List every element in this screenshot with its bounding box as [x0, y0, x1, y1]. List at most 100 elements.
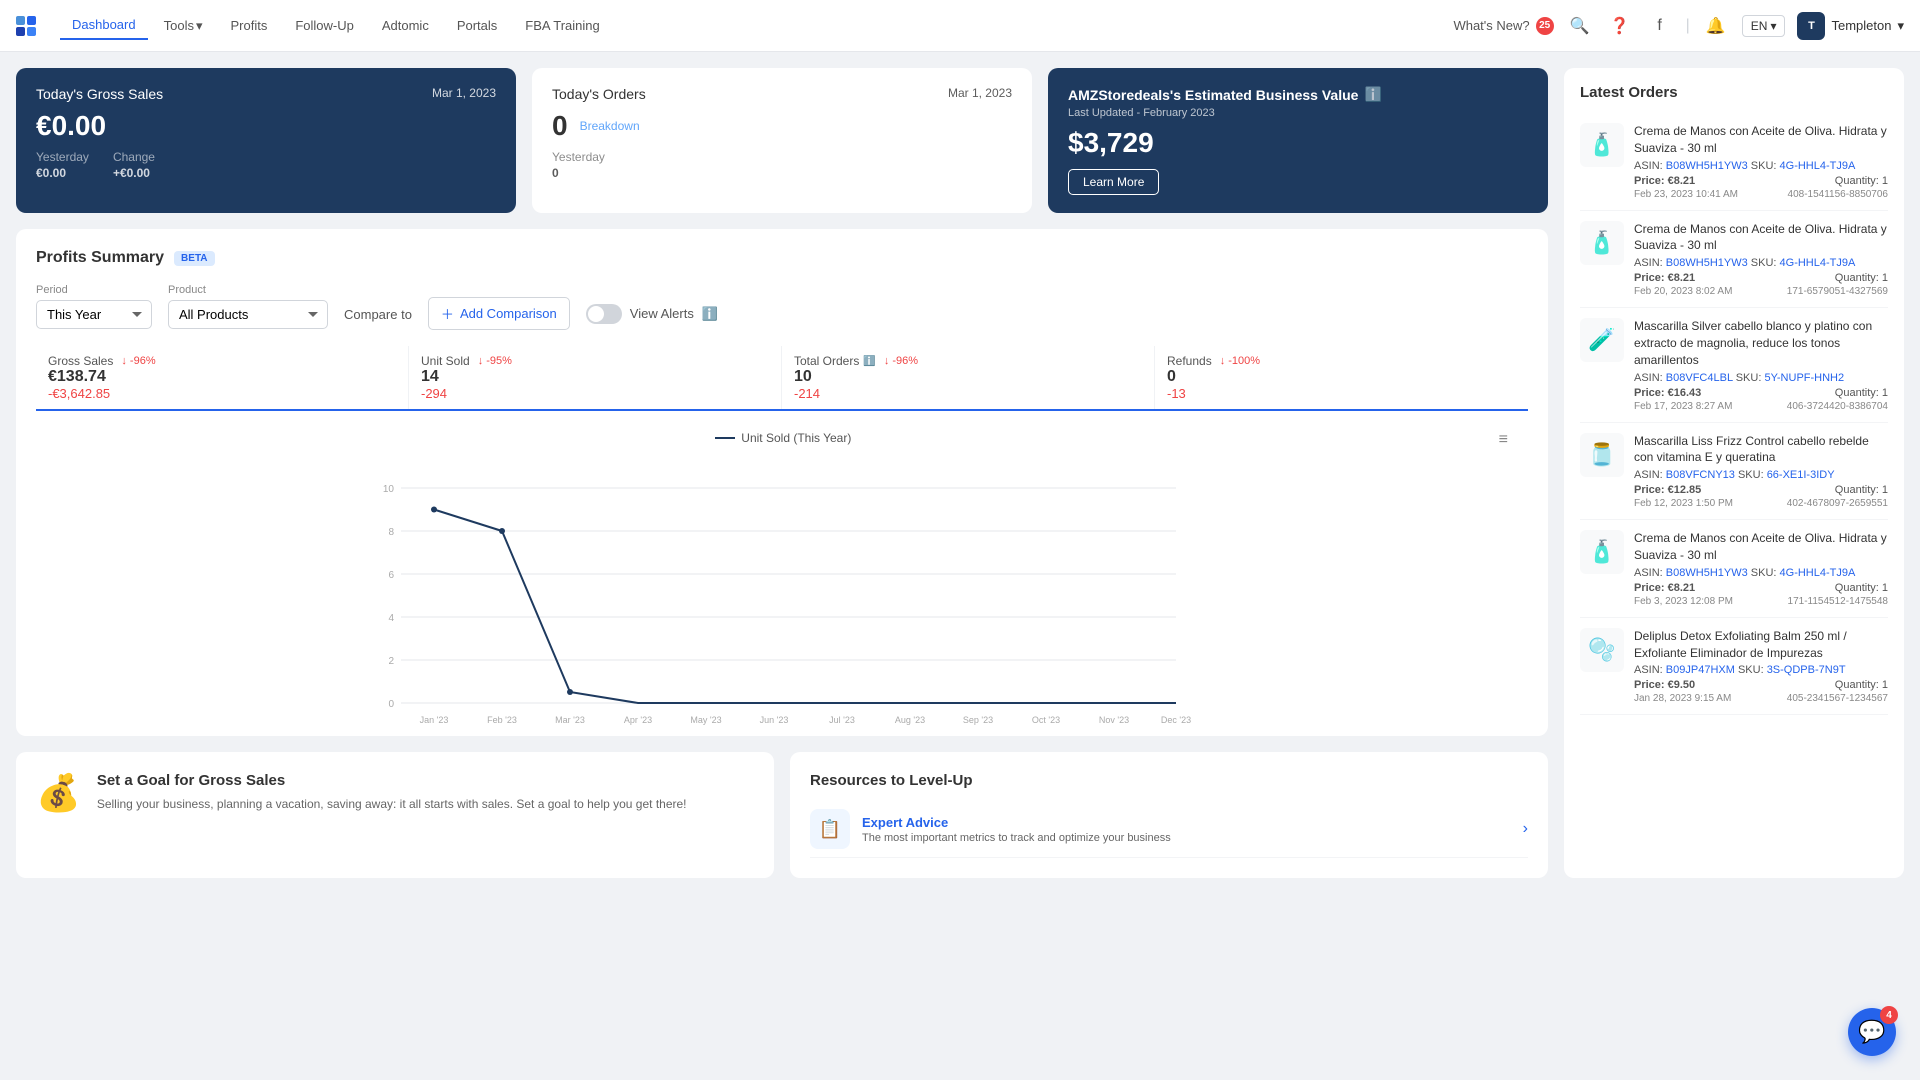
language-selector[interactable]: EN ▾ [1742, 15, 1786, 37]
chart-menu-icon[interactable]: ≡ [1499, 431, 1508, 449]
total-orders-main: 10 [794, 368, 1142, 386]
compare-to-label: Compare to [344, 291, 412, 322]
logo-grid [16, 16, 36, 36]
order-qty: Quantity: 1 [1835, 387, 1888, 399]
left-column: Today's Gross Sales Mar 1, 2023 €0.00 Ye… [16, 68, 1548, 878]
svg-text:10: 10 [383, 484, 395, 495]
period-select[interactable]: This Year Last Year Last 30 Days Last 7 … [36, 300, 152, 329]
svg-text:Jan '23: Jan '23 [420, 715, 449, 725]
order-name: Crema de Manos con Aceite de Oliva. Hidr… [1634, 221, 1888, 255]
svg-text:Nov '23: Nov '23 [1099, 715, 1129, 725]
gross-sales-card: Today's Gross Sales Mar 1, 2023 €0.00 Ye… [16, 68, 516, 213]
sku-link[interactable]: 4G-HHL4-TJ9A [1780, 160, 1856, 172]
search-icon[interactable]: 🔍 [1566, 12, 1594, 40]
order-price: Price: €12.85 [1634, 484, 1701, 496]
order-item: 🧴 Crema de Manos con Aceite de Oliva. Hi… [1580, 113, 1888, 211]
line-chart: 0 2 4 6 8 10 Jan '23 Feb '23 M [36, 453, 1516, 713]
resources-card: Resources to Level-Up 📋 Expert Advice Th… [790, 752, 1548, 878]
ps-controls: Period This Year Last Year Last 30 Days … [36, 283, 1528, 330]
top-cards-row: Today's Gross Sales Mar 1, 2023 €0.00 Ye… [16, 68, 1548, 213]
learn-more-button[interactable]: Learn More [1068, 169, 1159, 195]
facebook-icon[interactable]: f [1646, 12, 1674, 40]
latest-orders-card: Latest Orders 🧴 Crema de Manos con Aceit… [1564, 68, 1904, 878]
metric-gross-sales: Gross Sales ↓ -96% €138.74 -€3,642.85 [36, 346, 409, 409]
order-name: Mascarilla Liss Frizz Control cabello re… [1634, 433, 1888, 467]
metrics-table: Gross Sales ↓ -96% €138.74 -€3,642.85 Un… [36, 346, 1528, 411]
unit-sold-pct: ↓ -95% [478, 355, 512, 367]
order-image: 🫧 [1580, 628, 1624, 672]
add-comparison-button[interactable]: ＋ Add Comparison [428, 297, 570, 330]
svg-text:Aug '23: Aug '23 [895, 715, 925, 725]
chevron-right-icon: › [1523, 820, 1528, 838]
orders-yesterday: Yesterday 0 [552, 150, 605, 180]
orders-footer: Yesterday 0 [552, 150, 1012, 180]
order-date: Feb 3, 2023 12:08 PM [1634, 596, 1733, 607]
order-details: Crema de Manos con Aceite de Oliva. Hidr… [1634, 221, 1888, 298]
order-id: 402-4678097-2659551 [1787, 498, 1888, 509]
resources-title: Resources to Level-Up [810, 772, 1528, 789]
order-details: Mascarilla Liss Frizz Control cabello re… [1634, 433, 1888, 510]
nav-dashboard[interactable]: Dashboard [60, 11, 148, 40]
order-id: 405-2341567-1234567 [1787, 693, 1888, 704]
product-select[interactable]: All Products [168, 300, 328, 329]
refunds-sub: -13 [1167, 386, 1516, 401]
orders-title: Today's Orders [552, 86, 646, 102]
order-price: Price: €8.21 [1634, 272, 1695, 284]
orders-value: 0 [552, 110, 568, 142]
order-name: Mascarilla Silver cabello blanco y plati… [1634, 318, 1888, 368]
resource-item[interactable]: 📋 Expert Advice The most important metri… [810, 801, 1528, 858]
user-avatar: T [1797, 12, 1825, 40]
bottom-section: 💰 Set a Goal for Gross Sales Selling you… [16, 752, 1548, 878]
chat-bubble-button[interactable]: 💬 4 [1848, 1008, 1896, 1056]
latest-orders-title: Latest Orders [1580, 84, 1888, 101]
bell-icon[interactable]: 🔔 [1702, 12, 1730, 40]
nav-fba[interactable]: FBA Training [513, 12, 611, 39]
asin-link[interactable]: B08WH5H1YW3 [1666, 567, 1748, 579]
user-menu[interactable]: T Templeton ▾ [1797, 12, 1904, 40]
resource-text: Expert Advice The most important metrics… [862, 815, 1511, 844]
nav-portals[interactable]: Portals [445, 12, 509, 39]
nav-adtomic[interactable]: Adtomic [370, 12, 441, 39]
legend-line [715, 437, 735, 439]
asin-link[interactable]: B08VFCNY13 [1666, 469, 1735, 481]
whats-new-button[interactable]: What's New? 25 [1453, 17, 1553, 35]
sku-link[interactable]: 3S-QDPB-7N9T [1767, 664, 1846, 676]
order-details: Crema de Manos con Aceite de Oliva. Hidr… [1634, 530, 1888, 607]
svg-text:Sep '23: Sep '23 [963, 715, 993, 725]
svg-text:2: 2 [388, 656, 394, 667]
profits-summary-title: Profits Summary [36, 249, 164, 267]
help-icon[interactable]: ❓ [1606, 12, 1634, 40]
asin-link[interactable]: B09JP47HXM [1666, 664, 1735, 676]
order-item: 🧴 Crema de Manos con Aceite de Oliva. Hi… [1580, 520, 1888, 618]
svg-text:0: 0 [388, 699, 394, 710]
nav-followup[interactable]: Follow-Up [283, 12, 366, 39]
gross-sales-title: Today's Gross Sales [36, 86, 163, 102]
breakdown-link[interactable]: Breakdown [580, 119, 640, 133]
total-orders-sub: -214 [794, 386, 1142, 401]
orders-date: Mar 1, 2023 [948, 86, 1012, 100]
total-orders-info-icon: ℹ️ [863, 356, 875, 367]
order-details: Crema de Manos con Aceite de Oliva. Hidr… [1634, 123, 1888, 200]
svg-text:8: 8 [388, 527, 394, 538]
resource-desc: The most important metrics to track and … [862, 832, 1511, 844]
order-date: Feb 20, 2023 8:02 AM [1634, 286, 1732, 297]
order-item: 🧪 Mascarilla Silver cabello blanco y pla… [1580, 308, 1888, 422]
sku-link[interactable]: 4G-HHL4-TJ9A [1780, 257, 1856, 269]
logo[interactable] [16, 16, 36, 36]
chart-legend: Unit Sold (This Year) [715, 431, 859, 445]
order-details: Deliplus Detox Exfoliating Balm 250 ml /… [1634, 628, 1888, 705]
asin-link[interactable]: B08VFC4LBL [1666, 372, 1733, 384]
profits-summary-header: Profits Summary BETA [36, 249, 1528, 267]
alerts-toggle[interactable] [586, 304, 622, 324]
asin-link[interactable]: B08WH5H1YW3 [1666, 257, 1748, 269]
asin-link[interactable]: B08WH5H1YW3 [1666, 160, 1748, 172]
order-item: 🧴 Crema de Manos con Aceite de Oliva. Hi… [1580, 211, 1888, 309]
nav-tools[interactable]: Tools ▾ [152, 12, 215, 40]
sku-link[interactable]: 5Y-NUPF-HNH2 [1764, 372, 1844, 384]
nav-profits[interactable]: Profits [219, 12, 280, 39]
profits-summary-card: Profits Summary BETA Period This Year La… [16, 229, 1548, 736]
order-details: Mascarilla Silver cabello blanco y plati… [1634, 318, 1888, 411]
gross-sales-main: €138.74 [48, 368, 396, 386]
sku-link[interactable]: 66-XE1I-3IDY [1767, 469, 1835, 481]
sku-link[interactable]: 4G-HHL4-TJ9A [1780, 567, 1856, 579]
